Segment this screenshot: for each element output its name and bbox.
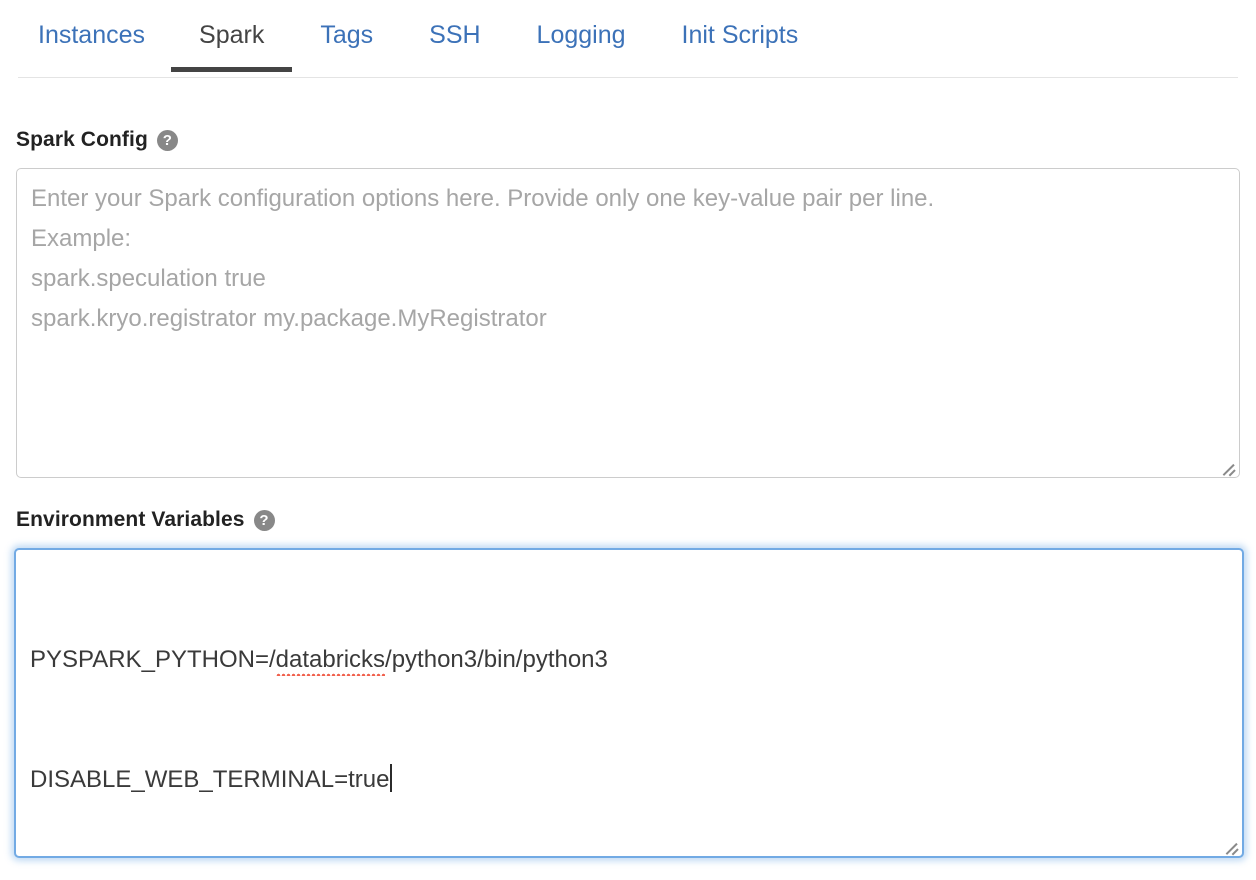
env-var-line: DISABLE_WEB_TERMINAL=true [30,760,1226,800]
spark-config-textarea[interactable]: Enter your Spark configuration options h… [16,168,1240,478]
help-circle-icon[interactable]: ? [254,510,275,531]
tab-ssh[interactable]: SSH [429,20,480,50]
tab-spark[interactable]: Spark [199,20,264,50]
spark-config-placeholder: Enter your Spark configuration options h… [31,179,1223,339]
environment-variables-resize-handle[interactable] [1223,837,1239,853]
spark-config-label-text: Spark Config [16,128,148,152]
environment-variables-textarea[interactable]: PYSPARK_PYTHON=/databricks/python3/bin/p… [14,548,1244,858]
help-circle-icon[interactable]: ? [157,130,178,151]
tab-logging[interactable]: Logging [537,20,626,50]
env-var-line: PYSPARK_PYTHON=/databricks/python3/bin/p… [30,640,1226,680]
tab-tags[interactable]: Tags [320,20,373,50]
env-var-segment: PYSPARK_PYTHON=/ [30,646,276,673]
tab-init-scripts-label: Init Scripts [682,21,799,49]
tab-list: Instances Spark Tags SSH Logging Init Sc… [0,0,1256,50]
environment-variables-label: Environment Variables ? [16,508,275,532]
environment-variables-label-text: Environment Variables [16,508,245,532]
tab-spark-label: Spark [199,21,264,49]
active-tab-indicator [171,67,292,72]
tab-logging-label: Logging [537,21,626,49]
tab-bar-divider [18,77,1238,78]
tab-instances-label: Instances [38,21,145,49]
environment-variables-value: PYSPARK_PYTHON=/databricks/python3/bin/p… [30,560,1226,858]
tab-instances[interactable]: Instances [38,20,145,50]
tab-tags-label: Tags [320,21,373,49]
tab-init-scripts[interactable]: Init Scripts [682,20,799,50]
spark-config-resize-handle[interactable] [1220,458,1236,474]
tab-ssh-label: SSH [429,21,480,49]
env-var-segment: /python3/bin/python3 [385,646,608,673]
text-cursor [390,764,392,792]
spark-config-label: Spark Config ? [16,128,178,152]
tab-bar: Instances Spark Tags SSH Logging Init Sc… [0,0,1256,78]
env-var-segment-misspelled: databricks [276,640,385,680]
env-var-segment: DISABLE_WEB_TERMINAL=true [30,766,389,793]
